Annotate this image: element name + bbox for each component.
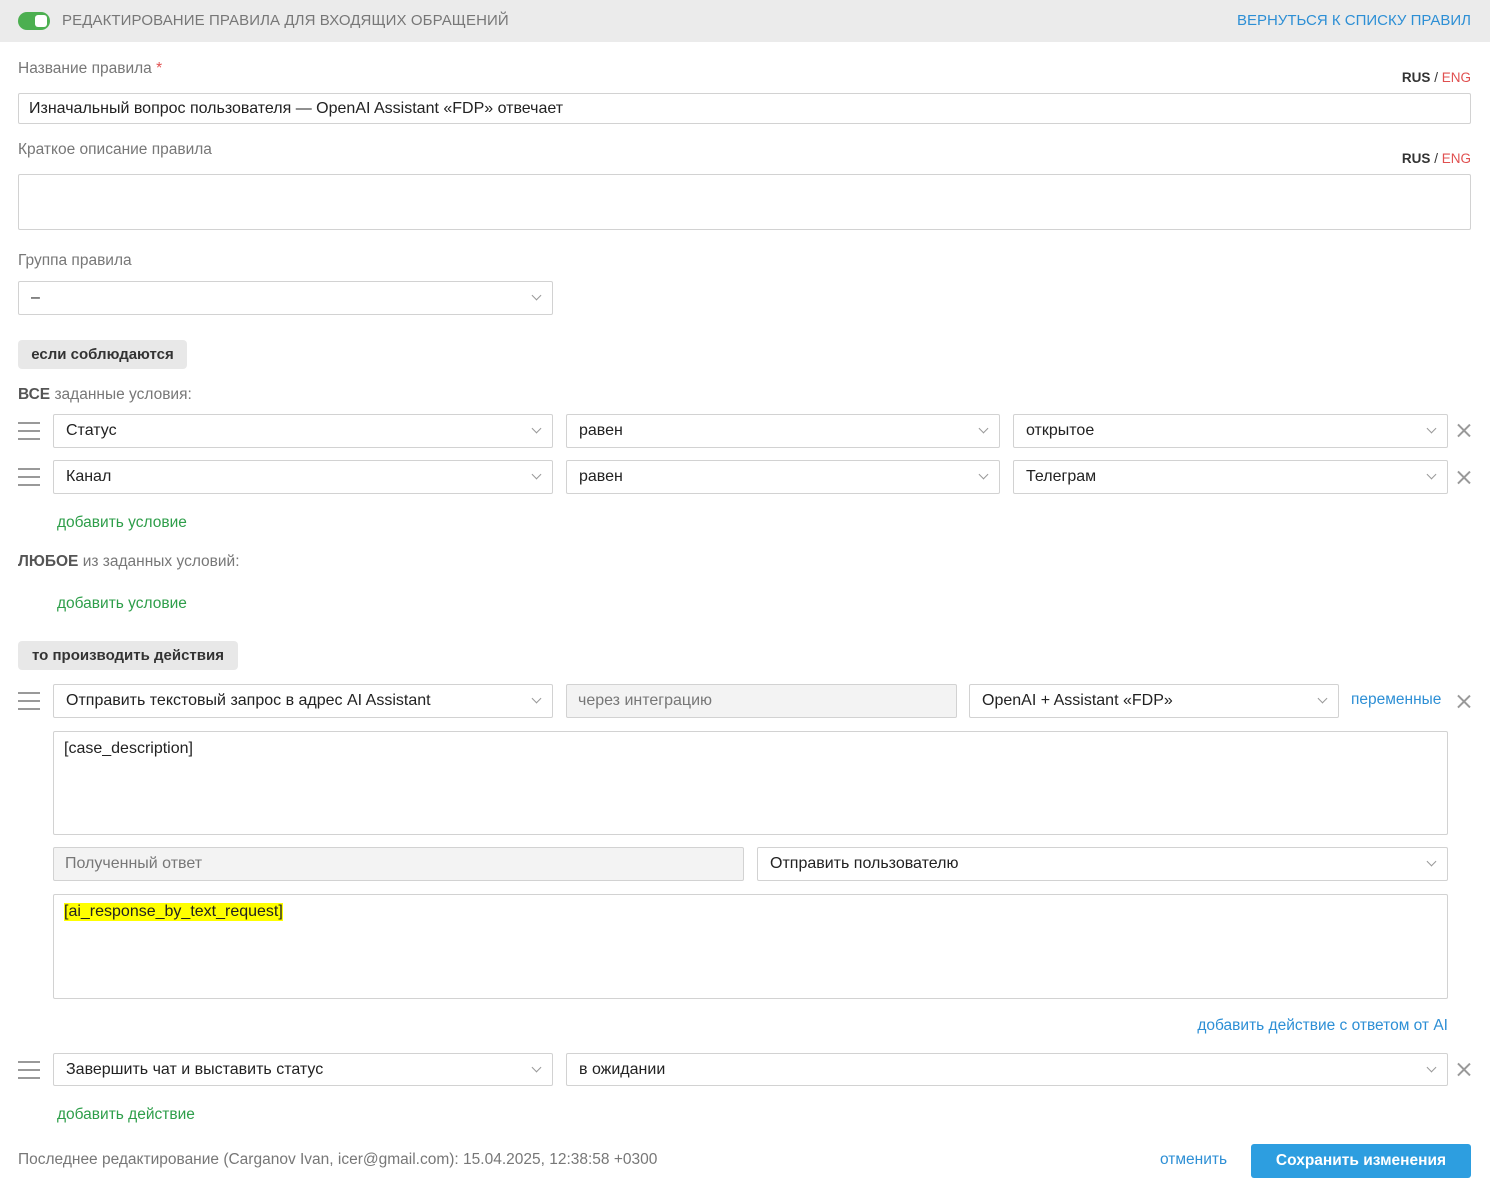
response-target-select[interactable]: Отправить пользователю <box>757 847 1448 881</box>
condition-field-select[interactable]: Статус <box>53 414 553 448</box>
all-conditions-suffix: заданные условия: <box>50 386 192 403</box>
rule-name-lang-switch: RUS / ENG <box>1402 70 1471 85</box>
back-to-rules-link[interactable]: ВЕРНУТЬСЯ К СПИСКУ ПРАВИЛ <box>1237 12 1471 29</box>
variables-link[interactable]: переменные <box>1351 691 1441 709</box>
add-any-condition-link[interactable]: добавить условие <box>57 595 187 613</box>
condition-field-value: Канал <box>66 468 112 485</box>
drag-handle-icon[interactable] <box>18 422 40 440</box>
integration-select[interactable]: OpenAI + Assistant «FDP» <box>969 684 1339 718</box>
lang-eng[interactable]: ENG <box>1442 151 1471 166</box>
lang-eng[interactable]: ENG <box>1442 70 1471 85</box>
remove-condition-close-icon[interactable] <box>1457 470 1471 484</box>
add-ai-response-action-link[interactable]: добавить действие с ответом от AI <box>1197 1017 1448 1035</box>
chevron-down-icon <box>1426 1062 1437 1072</box>
action-type-value: Отправить текстовый запрос в адрес AI As… <box>66 692 431 709</box>
chevron-down-icon <box>1426 469 1437 480</box>
all-conditions-prefix: ВСЕ <box>18 386 51 403</box>
drag-handle-icon[interactable] <box>18 468 40 486</box>
lang-separator: / <box>1434 151 1438 166</box>
rule-description-lang-switch: RUS / ENG <box>1402 151 1471 166</box>
any-conditions-heading: ЛЮБОЕ из заданных условий: <box>18 553 240 571</box>
lang-separator: / <box>1434 70 1438 85</box>
integration-value: OpenAI + Assistant «FDP» <box>982 692 1173 709</box>
required-mark: * <box>156 60 163 77</box>
last-edit-info: Последнее редактирование (Carganov Ivan,… <box>18 1151 658 1168</box>
rule-group-select[interactable]: – <box>18 281 553 315</box>
chevron-down-icon <box>531 1062 542 1072</box>
rule-description-input[interactable] <box>18 174 1471 230</box>
finish-status-select[interactable]: в ожидании <box>566 1053 1448 1086</box>
ai-request-textarea[interactable]: [case_description] <box>53 731 1448 835</box>
toggle-knob <box>35 15 47 27</box>
condition-value-select[interactable]: Телеграм <box>1013 460 1448 494</box>
response-label-field: Полученный ответ <box>53 847 744 881</box>
conditions-section-badge: если соблюдаются <box>18 340 187 369</box>
chevron-down-icon <box>1426 423 1437 434</box>
any-conditions-prefix: ЛЮБОЕ <box>18 553 79 570</box>
page-title: РЕДАКТИРОВАНИЕ ПРАВИЛА ДЛЯ ВХОДЯЩИХ ОБРА… <box>62 12 509 29</box>
chevron-down-icon <box>1426 856 1437 867</box>
remove-action-close-icon[interactable] <box>1457 694 1471 708</box>
chevron-down-icon <box>1317 693 1328 704</box>
condition-value-value: открытое <box>1026 422 1095 439</box>
ai-response-variable: [ai_response_by_text_request] <box>64 903 283 921</box>
save-changes-button[interactable]: Сохранить изменения <box>1251 1144 1471 1178</box>
rule-group-label: Группа правила <box>18 252 132 269</box>
all-conditions-heading: ВСЕ заданные условия: <box>18 386 192 404</box>
rule-name-label-text: Название правила <box>18 60 152 77</box>
condition-field-value: Статус <box>66 422 117 439</box>
chevron-down-icon <box>531 693 542 704</box>
finish-status-value: в ожидании <box>579 1060 666 1078</box>
rule-name-label: Название правила * <box>18 60 162 78</box>
page-header: РЕДАКТИРОВАНИЕ ПРАВИЛА ДЛЯ ВХОДЯЩИХ ОБРА… <box>0 0 1490 42</box>
chevron-down-icon <box>978 469 989 480</box>
add-action-link[interactable]: добавить действие <box>57 1106 195 1124</box>
rule-group-value: – <box>31 289 40 306</box>
condition-operator-select[interactable]: равен <box>566 414 1000 448</box>
lang-rus[interactable]: RUS <box>1402 70 1431 85</box>
condition-operator-value: равен <box>579 422 623 439</box>
any-conditions-suffix: из заданных условий: <box>78 553 240 570</box>
rule-enabled-toggle[interactable] <box>18 12 50 30</box>
condition-operator-select[interactable]: равен <box>566 460 1000 494</box>
condition-field-select[interactable]: Канал <box>53 460 553 494</box>
add-all-condition-link[interactable]: добавить условие <box>57 514 187 532</box>
chevron-down-icon <box>531 423 542 434</box>
rule-description-label: Краткое описание правила <box>18 141 212 158</box>
remove-condition-close-icon[interactable] <box>1457 423 1471 437</box>
ai-response-textarea[interactable]: [ai_response_by_text_request] <box>53 894 1448 999</box>
chevron-down-icon <box>531 290 542 301</box>
condition-value-select[interactable]: открытое <box>1013 414 1448 448</box>
condition-value-value: Телеграм <box>1026 468 1097 485</box>
rule-name-input[interactable]: Изначальный вопрос пользователя — OpenAI… <box>18 93 1471 124</box>
chevron-down-icon <box>531 469 542 480</box>
drag-handle-icon[interactable] <box>18 1061 40 1079</box>
remove-action-close-icon[interactable] <box>1457 1062 1471 1076</box>
action-via-field: через интеграцию <box>566 684 957 718</box>
finish-action-value: Завершить чат и выставить статус <box>66 1060 324 1078</box>
cancel-link[interactable]: отменить <box>1160 1151 1227 1169</box>
actions-section-badge: то производить действия <box>18 641 238 670</box>
drag-handle-icon[interactable] <box>18 692 40 710</box>
lang-rus[interactable]: RUS <box>1402 151 1431 166</box>
chevron-down-icon <box>978 423 989 434</box>
finish-action-select[interactable]: Завершить чат и выставить статус <box>53 1053 553 1086</box>
response-target-value: Отправить пользователю <box>770 855 959 872</box>
action-type-select[interactable]: Отправить текстовый запрос в адрес AI As… <box>53 684 553 718</box>
condition-operator-value: равен <box>579 468 623 485</box>
